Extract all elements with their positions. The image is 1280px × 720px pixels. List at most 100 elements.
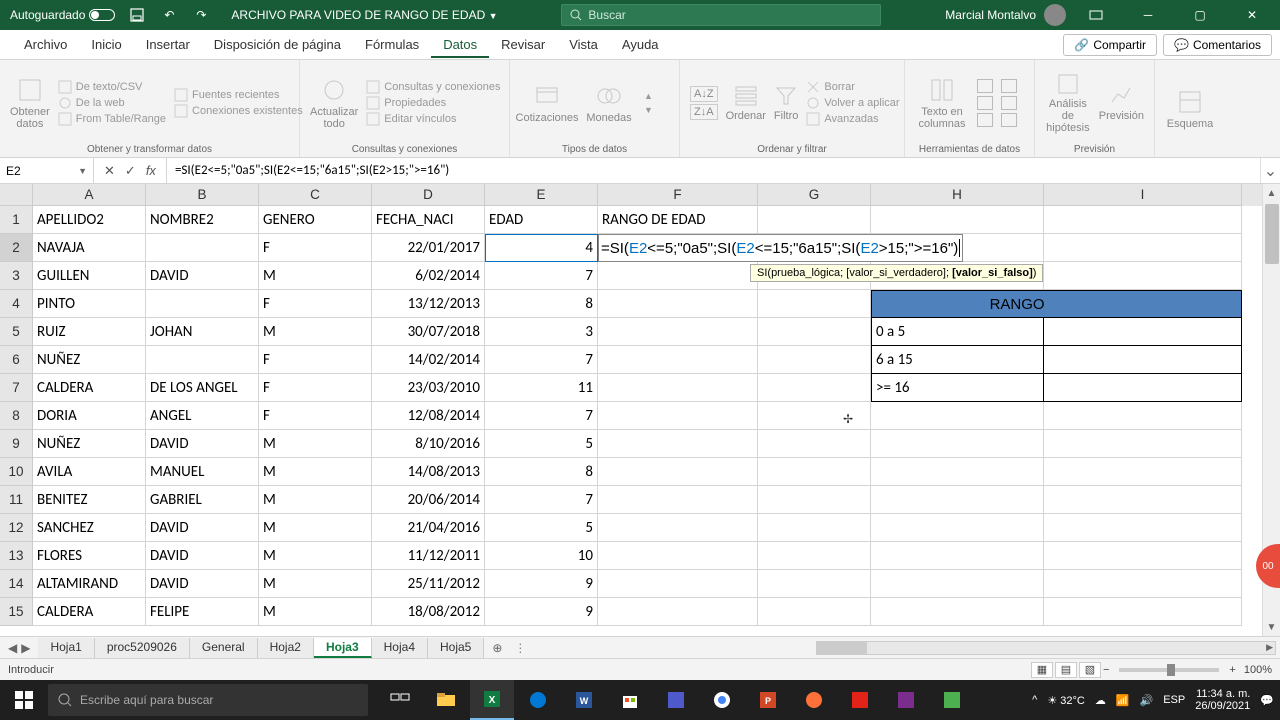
cell-D14[interactable]: 25/11/2012 — [372, 570, 485, 598]
cell-D6[interactable]: 14/02/2014 — [372, 346, 485, 374]
cell-A8[interactable]: DORIA — [33, 402, 146, 430]
cell-B12[interactable]: DAVID — [146, 514, 259, 542]
cell-G7[interactable] — [758, 374, 871, 402]
cell-D11[interactable]: 20/06/2014 — [372, 486, 485, 514]
scroll-down-icon[interactable]: ▼ — [1263, 618, 1280, 636]
row-header-13[interactable]: 13 — [0, 542, 33, 570]
existing-conn[interactable]: Conexiones existentes — [174, 104, 303, 118]
cell-I8[interactable] — [1044, 402, 1242, 430]
teams-icon[interactable] — [654, 680, 698, 720]
cell-G15[interactable] — [758, 598, 871, 626]
cell-F12[interactable] — [598, 514, 758, 542]
tab-archivo[interactable]: Archivo — [12, 31, 79, 58]
col-header-C[interactable]: C — [259, 184, 372, 206]
row-header-10[interactable]: 10 — [0, 458, 33, 486]
page-layout-icon[interactable]: ▤ — [1055, 662, 1077, 678]
tray-clock[interactable]: 11:34 a. m.26/09/2021 — [1195, 688, 1250, 712]
cell-D8[interactable]: 12/08/2014 — [372, 402, 485, 430]
cell-F1[interactable]: RANGO DE EDAD — [598, 206, 758, 234]
cell-H1[interactable] — [871, 206, 1044, 234]
cell-I5[interactable] — [1044, 318, 1242, 346]
row-header-2[interactable]: 2 — [0, 234, 33, 262]
cell-A14[interactable]: ALTAMIRAND — [33, 570, 146, 598]
avatar[interactable] — [1044, 4, 1066, 26]
tab-disposición-de-página[interactable]: Disposición de página — [202, 31, 353, 58]
start-button[interactable] — [0, 680, 48, 720]
cell-F5[interactable] — [598, 318, 758, 346]
weather-tray[interactable]: ☀ 32°C — [1047, 694, 1085, 707]
cell-B9[interactable]: DAVID — [146, 430, 259, 458]
lang-tray[interactable]: ESP — [1163, 694, 1185, 706]
col-header-F[interactable]: F — [598, 184, 758, 206]
text-to-columns-button[interactable]: Texto en columnas — [915, 64, 969, 142]
task-view-icon[interactable] — [378, 680, 422, 720]
cell-H4[interactable]: RANGOS DE EDAD — [871, 290, 1044, 318]
onedrive-icon[interactable]: ☁ — [1095, 694, 1106, 707]
sheet-nav-next[interactable]: ▶ — [21, 641, 30, 655]
cell-C8[interactable]: F — [259, 402, 372, 430]
chrome-icon[interactable] — [700, 680, 744, 720]
row-header-4[interactable]: 4 — [0, 290, 33, 318]
word-icon[interactable]: W — [562, 680, 606, 720]
cell-C12[interactable]: M — [259, 514, 372, 542]
cell-G12[interactable] — [758, 514, 871, 542]
cell-A13[interactable]: FLORES — [33, 542, 146, 570]
search-box[interactable]: Buscar — [561, 4, 881, 26]
tab-revisar[interactable]: Revisar — [489, 31, 557, 58]
sort-button[interactable]: Ordenar — [726, 64, 766, 142]
recent-sources[interactable]: Fuentes recientes — [174, 88, 303, 102]
cell-B1[interactable]: NOMBRE2 — [146, 206, 259, 234]
col-header-D[interactable]: D — [372, 184, 485, 206]
cell-F3[interactable] — [598, 262, 758, 290]
sort-az-icon[interactable]: A↓Z — [690, 86, 718, 102]
cell-C6[interactable]: F — [259, 346, 372, 374]
row-header-15[interactable]: 15 — [0, 598, 33, 626]
zoom-out-icon[interactable]: − — [1103, 664, 1109, 676]
cell-B14[interactable]: DAVID — [146, 570, 259, 598]
scroll-thumb[interactable] — [1265, 204, 1279, 264]
cell-D15[interactable]: 18/08/2012 — [372, 598, 485, 626]
cell-H9[interactable] — [871, 430, 1044, 458]
cell-G14[interactable] — [758, 570, 871, 598]
cell-A15[interactable]: CALDERA — [33, 598, 146, 626]
cell-C10[interactable]: M — [259, 458, 372, 486]
from-table[interactable]: From Table/Range — [58, 112, 166, 126]
cell-G9[interactable] — [758, 430, 871, 458]
cell-A6[interactable]: NUÑEZ — [33, 346, 146, 374]
row-header-6[interactable]: 6 — [0, 346, 33, 374]
cell-D12[interactable]: 21/04/2016 — [372, 514, 485, 542]
cell-H12[interactable] — [871, 514, 1044, 542]
relations-icon[interactable] — [1001, 96, 1017, 110]
ribbon-mode-icon[interactable] — [1074, 0, 1118, 30]
cell-F13[interactable] — [598, 542, 758, 570]
horizontal-scrollbar[interactable]: ◀▶ — [816, 641, 1276, 655]
fx-icon[interactable]: fx — [146, 163, 156, 178]
cell-D9[interactable]: 8/10/2016 — [372, 430, 485, 458]
cell-C7[interactable]: F — [259, 374, 372, 402]
cell-A7[interactable]: CALDERA — [33, 374, 146, 402]
col-header-G[interactable]: G — [758, 184, 871, 206]
edge-icon[interactable] — [516, 680, 560, 720]
cell-H13[interactable] — [871, 542, 1044, 570]
cell-F4[interactable] — [598, 290, 758, 318]
edit-links[interactable]: Editar vínculos — [366, 112, 500, 126]
cell-E9[interactable]: 5 — [485, 430, 598, 458]
cell-G8[interactable] — [758, 402, 871, 430]
cell-C5[interactable]: M — [259, 318, 372, 346]
cell-B13[interactable]: DAVID — [146, 542, 259, 570]
tab-datos[interactable]: Datos — [431, 31, 489, 58]
excel-taskbar-icon[interactable]: X — [470, 680, 514, 720]
undo-icon[interactable]: ↶ — [159, 5, 179, 25]
cell-E12[interactable]: 5 — [485, 514, 598, 542]
row-header-8[interactable]: 8 — [0, 402, 33, 430]
cell-D5[interactable]: 30/07/2018 — [372, 318, 485, 346]
cell-B2[interactable] — [146, 234, 259, 262]
cell-E15[interactable]: 9 — [485, 598, 598, 626]
row-header-3[interactable]: 3 — [0, 262, 33, 290]
cell-A9[interactable]: NUÑEZ — [33, 430, 146, 458]
sort-za-icon[interactable]: Z↓A — [690, 104, 718, 120]
cell-I10[interactable] — [1044, 458, 1242, 486]
app-icon-2[interactable] — [884, 680, 928, 720]
cell-I14[interactable] — [1044, 570, 1242, 598]
redo-icon[interactable]: ↷ — [191, 5, 211, 25]
